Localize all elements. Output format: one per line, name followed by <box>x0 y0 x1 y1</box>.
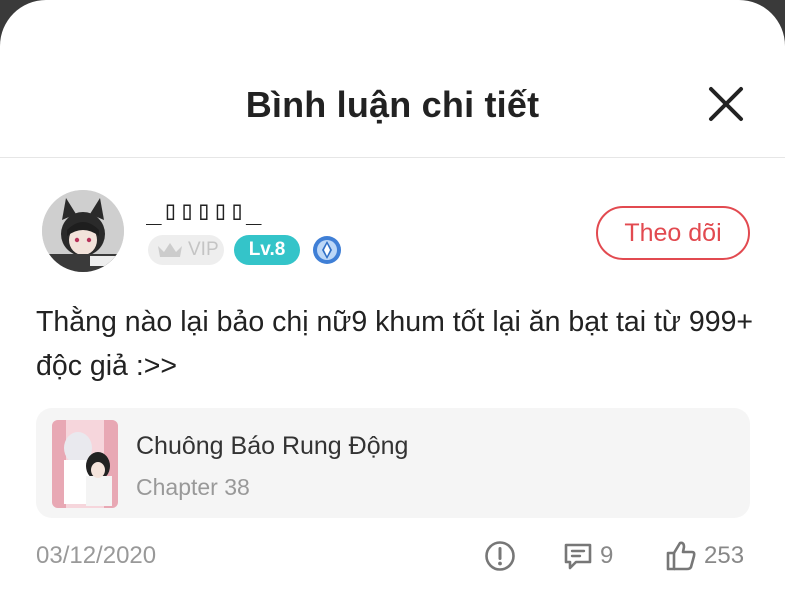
follow-button[interactable]: Theo dõi <box>596 206 750 260</box>
report-button[interactable] <box>484 536 516 576</box>
comic-chapter: Chapter 38 <box>136 474 250 500</box>
avatar-image <box>42 190 124 272</box>
level-badge: Lv.8 <box>234 235 300 265</box>
close-icon <box>709 87 743 121</box>
vip-label: VIP <box>188 239 219 260</box>
sheet-header: Bình luận chi tiết <box>0 0 785 158</box>
medal-icon <box>313 236 341 264</box>
report-icon <box>485 541 515 571</box>
comment-date: 03/12/2020 <box>36 542 157 569</box>
comic-title: Chuông Báo Rung Động <box>136 432 409 460</box>
avatar[interactable] <box>42 190 124 272</box>
reply-icon <box>564 543 592 570</box>
comment-detail-sheet: Bình luận chi tiết _▯▯▯▯▯_ VIP Lv.8 Theo… <box>0 0 785 600</box>
like-button[interactable]: 253 <box>664 536 744 576</box>
thumbs-up-icon <box>666 541 696 571</box>
vip-badge: VIP <box>148 235 224 265</box>
like-count: 253 <box>704 542 745 569</box>
comic-thumbnail <box>52 420 118 508</box>
comment-text: Thằng nào lại bảo chị nữ9 khum tốt lại ă… <box>36 306 754 382</box>
reply-button[interactable]: 9 <box>562 536 613 576</box>
reply-count: 9 <box>600 542 614 569</box>
close-button[interactable] <box>700 78 752 130</box>
user-badges: VIP Lv.8 <box>148 234 342 266</box>
comic-card[interactable]: Chuông Báo Rung Động Chapter 38 <box>36 408 750 518</box>
username[interactable]: _▯▯▯▯▯_ <box>146 196 263 226</box>
page-title: Bình luận chi tiết <box>245 84 540 125</box>
crown-icon <box>158 243 182 257</box>
